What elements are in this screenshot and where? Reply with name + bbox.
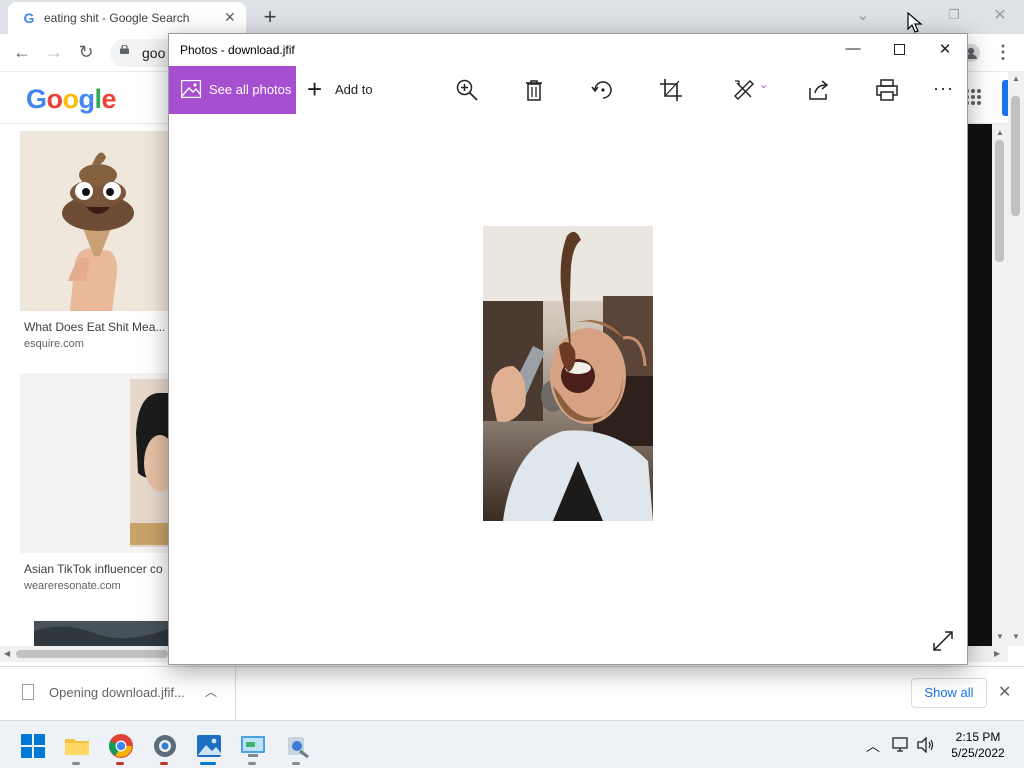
photo-gallery-icon	[181, 80, 201, 98]
print-icon[interactable]	[875, 78, 899, 102]
mouse-cursor-icon	[907, 12, 923, 33]
download-item[interactable]: Opening download.jfif... ︿	[0, 667, 236, 721]
add-to-label: Add to	[335, 82, 373, 97]
edit-dropdown-chevron-icon[interactable]: ⌄	[759, 78, 768, 91]
more-options-icon[interactable]: ···	[933, 78, 954, 99]
photos-app-icon[interactable]	[196, 733, 222, 759]
photo-viewer	[169, 114, 967, 664]
photos-toolbar: See all photos + Add to ⌄ ···	[169, 66, 967, 114]
page-scroll-down-icon[interactable]: ▼	[1012, 632, 1020, 641]
lock-icon	[120, 45, 129, 54]
add-to-button[interactable]: + Add to	[307, 66, 387, 114]
tab-google-search[interactable]: G eating shit - Google Search ✕	[8, 2, 246, 34]
windows-taskbar: ︿ 2:15 PM 5/25/2022	[0, 720, 1024, 768]
results-scrollbar-thumb[interactable]	[995, 140, 1004, 262]
file-explorer-icon[interactable]	[64, 733, 90, 759]
tab-strip: G eating shit - Google Search ✕ + ⌄ ❐ ✕	[0, 0, 1024, 34]
see-all-photos-label: See all photos	[209, 82, 292, 97]
file-icon	[22, 684, 34, 700]
scroll-down-arrow-icon[interactable]: ▼	[996, 632, 1004, 641]
clock-date: 5/25/2022	[951, 746, 1005, 760]
system-clock[interactable]: 2:15 PM 5/25/2022	[940, 729, 1016, 761]
minimize-button[interactable]: —	[838, 40, 868, 57]
see-all-photos-button[interactable]: See all photos	[169, 66, 296, 114]
zoom-in-icon[interactable]	[455, 78, 479, 102]
share-icon[interactable]	[807, 78, 831, 102]
chrome-menu-icon[interactable]: ⋮	[992, 42, 1014, 63]
delete-icon[interactable]	[522, 78, 546, 102]
restore-icon[interactable]: ❐	[942, 7, 966, 23]
photos-title-bar: Photos - download.jfif — ✕	[169, 34, 967, 66]
google-logo[interactable]: Google	[26, 84, 117, 115]
expand-fullscreen-icon[interactable]	[932, 630, 954, 652]
scroll-right-arrow-icon[interactable]: ▶	[994, 649, 1000, 658]
google-favicon-icon: G	[23, 10, 35, 26]
displayed-photo[interactable]	[483, 226, 653, 521]
tab-title: eating shit - Google Search	[44, 11, 190, 25]
start-menu-icon[interactable]	[20, 733, 46, 759]
reload-button[interactable]: ↻	[75, 42, 97, 63]
show-all-button[interactable]: Show all	[911, 678, 987, 708]
result-image-2[interactable]	[20, 373, 168, 553]
rotate-icon[interactable]	[591, 78, 615, 102]
chrome-icon[interactable]	[108, 733, 134, 759]
close-window-icon[interactable]: ✕	[988, 5, 1012, 25]
edit-draw-icon[interactable]	[732, 78, 756, 102]
page-scroll-up-icon[interactable]: ▲	[1012, 74, 1020, 83]
control-panel-icon[interactable]	[240, 733, 266, 759]
result-title-2[interactable]: Asian TikTok influencer co	[24, 562, 163, 576]
scroll-left-arrow-icon[interactable]: ◀	[4, 649, 10, 658]
result-image-1[interactable]	[20, 131, 168, 311]
window-title: Photos - download.jfif	[180, 43, 295, 57]
page-scrollbar[interactable]: ▲ ▼	[1008, 72, 1024, 646]
clock-time: 2:15 PM	[955, 730, 1001, 744]
volume-icon[interactable]	[917, 737, 935, 753]
image-preview-panel-edge	[968, 124, 992, 646]
show-hidden-icons-chevron-icon[interactable]: ︿	[866, 736, 880, 756]
tab-search-icon[interactable]: ⌄	[851, 5, 875, 25]
forward-button[interactable]: →	[43, 42, 65, 63]
new-tab-button[interactable]: +	[259, 4, 281, 30]
horizontal-scrollbar-thumb[interactable]	[16, 650, 168, 658]
crop-icon[interactable]	[659, 78, 683, 102]
result-source-2[interactable]: weareresonate.com	[24, 580, 121, 592]
result-title-1[interactable]: What Does Eat Shit Mea...	[24, 320, 165, 334]
address-text: goo	[142, 45, 166, 61]
maximize-button[interactable]	[894, 44, 905, 55]
back-button[interactable]: ←	[11, 42, 33, 63]
close-download-bar-icon[interactable]: ✕	[998, 682, 1011, 702]
settings-gear-icon[interactable]	[152, 733, 178, 759]
close-button[interactable]: ✕	[930, 40, 960, 58]
result-image-3[interactable]	[34, 621, 168, 646]
page-scrollbar-thumb[interactable]	[1011, 96, 1020, 216]
system-tools-icon[interactable]	[284, 733, 310, 759]
network-icon[interactable]	[892, 737, 910, 753]
results-scrollbar[interactable]: ▲ ▼	[992, 124, 1008, 646]
download-bar: Opening download.jfif... ︿ Show all ✕	[0, 666, 1024, 721]
scroll-up-arrow-icon[interactable]: ▲	[996, 128, 1004, 137]
plus-icon: +	[307, 74, 323, 104]
tab-close-icon[interactable]: ✕	[224, 9, 236, 26]
photos-app-window: Photos - download.jfif — ✕ See all photo…	[168, 33, 968, 665]
download-status: Opening download.jfif...	[49, 685, 185, 700]
result-source-1[interactable]: esquire.com	[24, 338, 84, 350]
chevron-up-icon[interactable]: ︿	[205, 683, 217, 700]
address-bar[interactable]: goo	[110, 39, 172, 67]
